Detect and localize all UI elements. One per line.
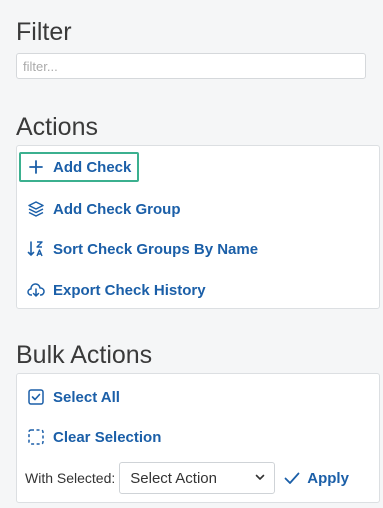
- actions-title: Actions: [16, 113, 98, 141]
- checkbox-checked-icon: [27, 388, 45, 406]
- filter-title: Filter: [16, 18, 72, 46]
- select-all-label: Select All: [53, 388, 120, 406]
- cloud-download-icon: [27, 281, 45, 299]
- export-check-history-button[interactable]: Export Check History: [21, 277, 212, 303]
- with-selected-label: With Selected:: [25, 470, 116, 486]
- add-check-group-button[interactable]: Add Check Group: [21, 196, 187, 222]
- select-all-button[interactable]: Select All: [21, 384, 126, 410]
- plus-icon: [27, 158, 45, 176]
- select-action-dropdown[interactable]: Select Action: [119, 462, 276, 494]
- export-check-history-label: Export Check History: [53, 281, 206, 299]
- chevron-down-icon: [254, 470, 266, 487]
- sort-check-groups-label: Sort Check Groups By Name: [53, 240, 259, 258]
- dashed-square-icon: [27, 428, 45, 446]
- clear-selection-label: Clear Selection: [53, 428, 162, 446]
- clear-selection-button[interactable]: Clear Selection: [21, 424, 167, 450]
- add-check-label: Add Check: [53, 158, 132, 176]
- sort-az-icon: [27, 240, 45, 258]
- with-selected-row: With Selected: Select Action Apply: [25, 462, 349, 494]
- bulk-actions-panel: Select All Clear Selection With Selected…: [16, 373, 380, 503]
- add-check-button[interactable]: Add Check: [19, 152, 140, 182]
- checkmark-icon: [283, 469, 301, 487]
- layers-icon: [27, 200, 45, 218]
- filter-input[interactable]: [16, 53, 366, 79]
- actions-panel: Add Check Add Check Group Sort Check Gro…: [16, 145, 380, 309]
- add-check-group-label: Add Check Group: [53, 200, 181, 218]
- sort-check-groups-button[interactable]: Sort Check Groups By Name: [21, 236, 264, 262]
- apply-label: Apply: [307, 469, 349, 487]
- bulk-actions-title: Bulk Actions: [16, 341, 153, 369]
- apply-button[interactable]: Apply: [283, 469, 349, 487]
- select-action-value: Select Action: [130, 469, 217, 487]
